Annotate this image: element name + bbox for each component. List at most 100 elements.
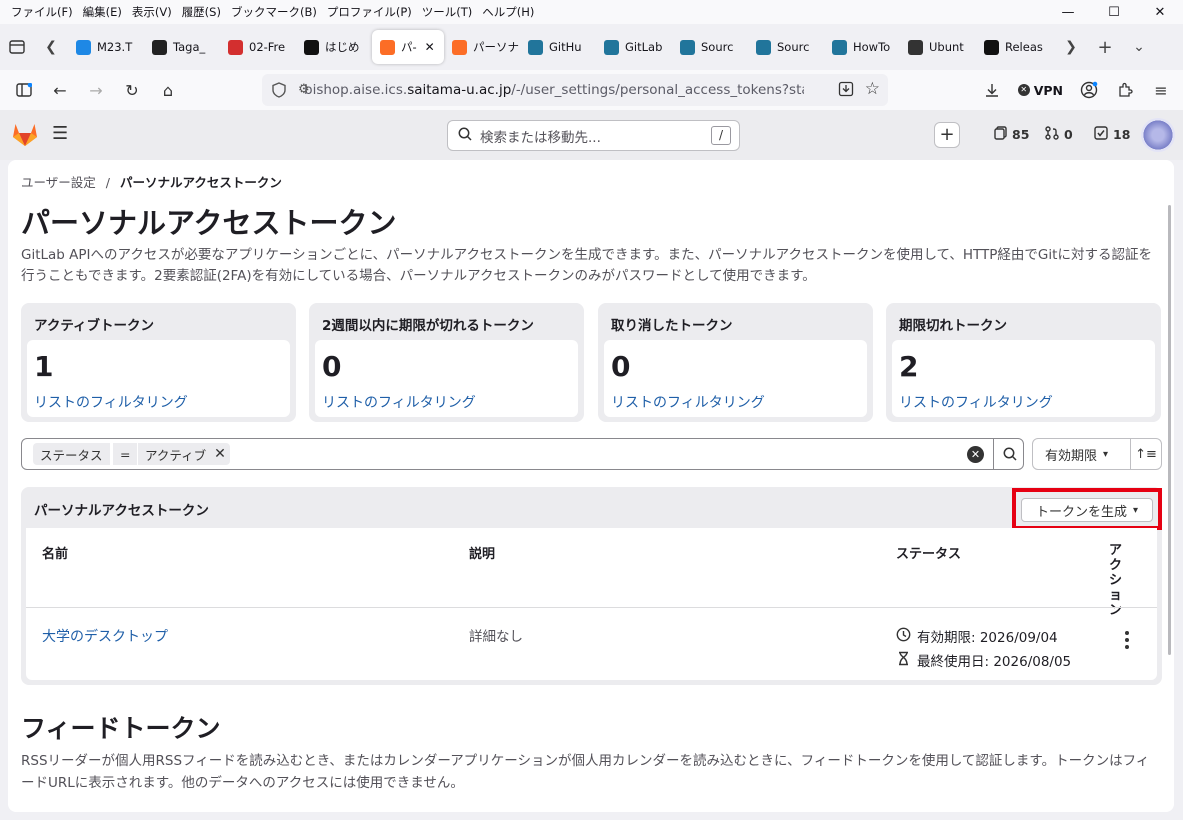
stat-value: 1 [34,350,54,383]
filter-token-key[interactable]: ステータス [33,443,110,465]
menu-file[interactable]: ファイル(F) [6,4,78,20]
stat-body: 2 リストのフィルタリング [892,340,1155,417]
tab-strip: M23.T Taga_ 02-Fre はじめ パ- ✕ パーソナ GitHu GitLab Sou… [68,30,1052,64]
search-shortcut-key: / [711,126,731,145]
filter-list-link[interactable]: リストのフィルタリング [322,392,476,412]
browser-tab[interactable]: Releas [976,30,1052,64]
tab-label: GitHu [549,40,582,54]
filter-token-operator[interactable]: = [113,443,138,465]
r-icon [304,39,319,55]
generate-token-button[interactable]: トークンを生成 ▾ [1021,498,1153,522]
token-expiry: 有効期限: 2026/09/04 [896,626,1058,646]
token-filter-input[interactable]: ステータス = アクティブ ✕ ✕ [21,438,1024,470]
scroll-tabs-right-icon[interactable]: ❯ [1054,30,1088,64]
tab-label: 02-Fre [249,40,286,54]
merge-requests-counter[interactable]: 0 [1045,126,1073,143]
browser-tab[interactable]: Sourc [672,30,748,64]
scrollbar[interactable] [1168,205,1171,655]
downloads-icon[interactable] [974,74,1010,106]
stat-title: アクティブトークン [34,318,155,334]
reload-icon[interactable]: ↻ [114,74,150,106]
wordpress-icon [528,39,543,55]
hamburger-menu-icon[interactable]: ☰ [52,123,68,144]
browser-tab[interactable]: 02-Fre [220,30,296,64]
home-icon[interactable]: ⌂ [150,74,186,106]
remove-filter-icon[interactable]: ✕ [214,446,226,462]
list-tabs-icon[interactable]: ⌄ [1122,30,1156,64]
sidebar-toggle-icon[interactable] [6,74,42,106]
stat-title: 2週間以内に期限が切れるトークン [322,318,534,334]
filter-search-button[interactable] [993,438,1025,470]
menu-history[interactable]: 履歴(S) [177,4,226,20]
filter-list-link[interactable]: リストのフィルタリング [899,392,1053,412]
forward-icon[interactable]: → [78,74,114,106]
vpn-icon: ✕ [1017,84,1030,96]
issues-counter[interactable]: 85 [994,126,1029,143]
more-actions-icon[interactable] [1118,631,1136,649]
bookmark-star-icon[interactable]: ☆ [865,79,880,99]
search-icon [458,127,472,145]
browser-tab[interactable]: パーソナ [444,30,520,64]
token-name-link[interactable]: 大学のデスクトップ [42,626,168,646]
tab-overview-icon[interactable] [0,30,34,64]
todos-count: 18 [1113,127,1131,142]
url-text: bishop.aise.ics.saitama-u.ac.jp/-/user_s… [304,82,804,98]
gitlab-logo-icon[interactable] [12,122,38,151]
sort-label: 有効期限 [1045,448,1098,464]
sort-dropdown[interactable]: 有効期限 ▾ [1032,438,1131,470]
browser-tab[interactable]: GitHu [520,30,596,64]
merge-request-icon [1045,126,1059,143]
maximize-icon[interactable]: ☐ [1091,0,1137,24]
filter-list-link[interactable]: リストのフィルタリング [611,392,765,412]
breadcrumb-user-settings[interactable]: ユーザー設定 [21,175,96,190]
wordpress-icon [604,39,619,55]
browser-tab[interactable]: パ- ✕ [372,30,444,64]
menu-profiles[interactable]: プロファイル(P) [322,4,417,20]
vpn-button[interactable]: ✕ VPN [1010,83,1071,98]
close-window-icon[interactable]: ✕ [1137,0,1183,24]
menu-view[interactable]: 表示(V) [127,4,177,20]
browser-tab[interactable]: Taga_ [144,30,220,64]
global-search-input[interactable]: 検索または移動先... / [447,120,740,151]
filter-list-link[interactable]: リストのフィルタリング [34,392,188,412]
clear-filter-icon[interactable]: ✕ [967,446,984,463]
generate-token-label: トークンを生成 [1035,504,1127,520]
browser-tab[interactable]: Ubunt [900,30,976,64]
account-icon[interactable] [1071,74,1107,106]
browser-tab[interactable]: はじめ [296,30,372,64]
menu-help[interactable]: ヘルプ(H) [477,4,539,20]
menu-tools[interactable]: ツール(T) [417,4,478,20]
browser-tab[interactable]: HowTo [824,30,900,64]
scroll-tabs-left-icon[interactable]: ❮ [34,30,68,64]
todo-icon [1094,126,1108,143]
browser-tab[interactable]: GitLab [596,30,672,64]
url-bar[interactable]: ⚙ bishop.aise.ics.saitama-u.ac.jp/-/user… [262,74,888,106]
todos-counter[interactable]: 18 [1094,126,1130,143]
menu-edit[interactable]: 編集(E) [78,4,127,20]
download-page-icon[interactable] [838,81,854,101]
tokens-table: 名前 説明 ステータス アクション 大学のデスクトップ 詳細なし 有効期限: 2… [26,528,1157,680]
minimize-icon[interactable]: — [1045,0,1091,24]
menu-bookmarks[interactable]: ブックマーク(B) [226,4,322,20]
extensions-icon[interactable] [1107,74,1143,106]
back-icon[interactable]: ← [42,74,78,106]
browser-tab[interactable]: M23.T [68,30,144,64]
tab-label: Releas [1005,40,1043,54]
shield-icon[interactable] [272,82,286,102]
cloud-icon [76,39,91,55]
filter-token-value[interactable]: アクティブ ✕ [138,443,230,465]
page-title: パーソナルアクセストークン [21,206,397,240]
sort-direction-button[interactable]: ↑≡ [1130,438,1162,470]
stat-value: 2 [899,350,919,383]
user-avatar[interactable] [1141,118,1175,152]
column-header-name: 名前 [42,547,69,562]
clock-icon [896,627,911,646]
new-tab-icon[interactable]: + [1088,30,1122,64]
connection-info-icon[interactable]: ⚙ [298,82,310,97]
close-tab-icon[interactable]: ✕ [425,40,435,54]
browser-tab[interactable]: Sourc [748,30,824,64]
app-menu-icon[interactable]: ≡ [1143,74,1179,106]
issues-icon [994,126,1007,143]
create-new-button[interactable]: + [934,122,960,148]
stat-body: 0 リストのフィルタリング [604,340,867,417]
